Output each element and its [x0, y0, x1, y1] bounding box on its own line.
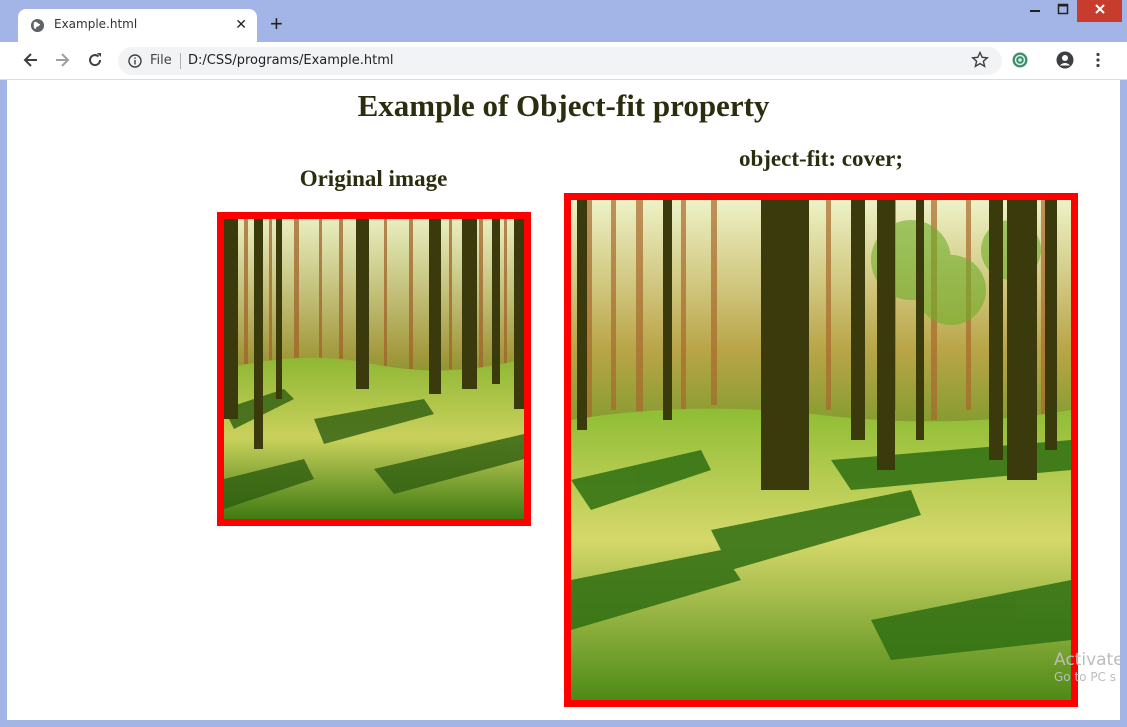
- browser-toolbar: File D:/CSS/programs/Example.html: [0, 42, 1127, 80]
- original-image-caption: Original image: [299, 166, 448, 191]
- address-bar[interactable]: File D:/CSS/programs/Example.html: [118, 47, 1002, 75]
- back-arrow-icon[interactable]: [21, 50, 41, 70]
- browser-tab[interactable]: Example.html ✕: [18, 9, 257, 42]
- watermark-line-2: Go to PC s: [1054, 670, 1116, 685]
- cover-image-frame: [564, 193, 1078, 707]
- forest-image: [571, 200, 1071, 700]
- globe-icon: [30, 18, 45, 33]
- close-icon: [1094, 4, 1105, 14]
- page-title: Example of Object-fit property: [357, 88, 770, 123]
- info-icon[interactable]: [128, 54, 142, 68]
- minimize-icon: [1030, 10, 1040, 12]
- page-viewport: Example of Object-fit property Original …: [7, 80, 1120, 720]
- forest-image: [224, 219, 524, 519]
- window-minimize-button[interactable]: [1022, 0, 1048, 22]
- forward-arrow-icon[interactable]: [52, 50, 72, 70]
- tab-title: Example.html: [54, 17, 138, 31]
- reload-icon[interactable]: [85, 50, 105, 70]
- url-scheme-label: File: [150, 53, 172, 68]
- omnibox-divider: [180, 53, 181, 69]
- window-maximize-button[interactable]: [1050, 0, 1076, 22]
- cover-image-caption: object-fit: cover;: [738, 146, 904, 171]
- window-close-button[interactable]: [1077, 0, 1122, 22]
- original-image-frame: [217, 212, 531, 526]
- star-icon[interactable]: [970, 50, 990, 70]
- browser-titlebar: Example.html ✕ +: [0, 0, 1127, 42]
- url-text[interactable]: D:/CSS/programs/Example.html: [188, 53, 394, 68]
- menu-icon[interactable]: [1088, 50, 1108, 70]
- maximize-icon: [1057, 3, 1069, 15]
- watermark-line-1: Activate: [1054, 650, 1120, 670]
- tab-close-button[interactable]: ✕: [235, 16, 247, 32]
- extension-icon[interactable]: [1010, 50, 1030, 70]
- new-tab-button[interactable]: +: [270, 13, 283, 35]
- account-icon[interactable]: [1055, 50, 1075, 70]
- activation-watermark: Activate Go to PC s: [1054, 650, 1120, 685]
